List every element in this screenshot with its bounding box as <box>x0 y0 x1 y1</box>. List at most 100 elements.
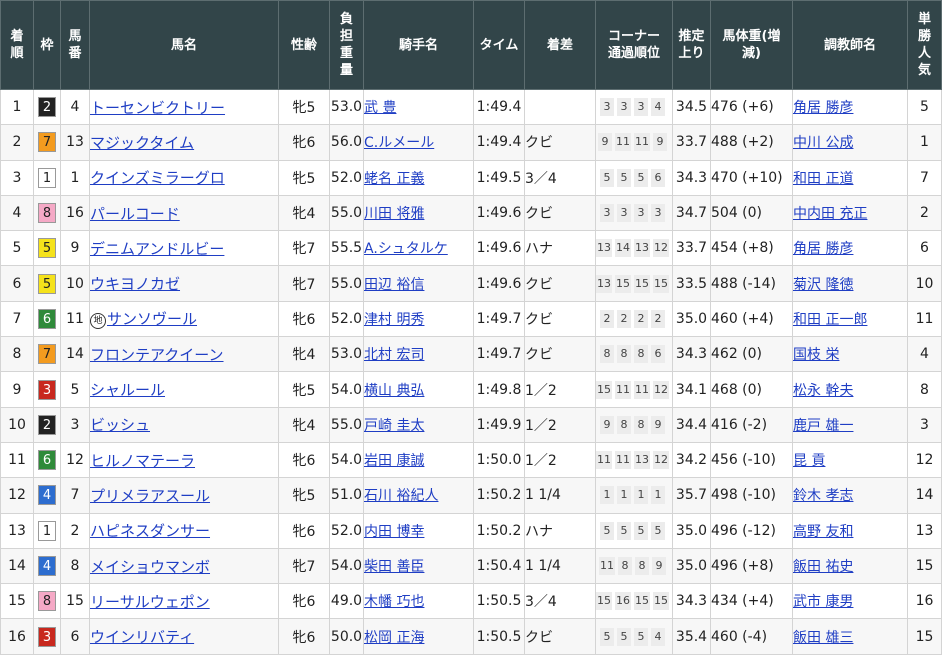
weight-cell: 55.0 <box>329 406 364 443</box>
table-row: 1 2 4 トーセンビクトリー 牝5 53.0 武 豊 1:49.4 3 3 3 4 34.5 476 (… <box>0 88 942 126</box>
jockey-link[interactable]: 岩田 康誠 <box>365 453 425 469</box>
jockey-cell: 岩田 康誠 <box>363 441 474 479</box>
last3f-cell: 34.7 <box>672 194 711 232</box>
jockey-link[interactable]: 戸崎 圭太 <box>365 418 425 434</box>
trainer-link[interactable]: 菊沢 隆徳 <box>794 277 854 293</box>
rank-cell: 11 <box>0 441 34 479</box>
sexage-cell: 牝6 <box>278 124 330 161</box>
corner-cell: 15 11 11 12 <box>595 371 673 408</box>
horse-name-link[interactable]: リーサルウェポン <box>91 593 210 611</box>
weight-cell: 55.0 <box>329 194 364 232</box>
waku-cell: 8 <box>33 583 61 620</box>
horse-name-link[interactable]: ウキヨノカゼ <box>91 275 181 293</box>
corner-cell: 3333 <box>595 194 673 232</box>
horse-name-link[interactable]: シャルール <box>91 381 166 399</box>
jockey-cell: 北村 宏司 <box>363 336 474 373</box>
umaban-cell: 7 <box>60 477 90 514</box>
trainer-link[interactable]: 和田 正一郎 <box>794 312 868 328</box>
trainer-link[interactable]: 飯田 雄三 <box>794 630 854 646</box>
waku-cell: 8 <box>33 194 61 232</box>
jockey-link[interactable]: 津村 明秀 <box>365 312 425 328</box>
weight-cell: 55.0 <box>329 265 364 302</box>
weight-cell: 52.0 <box>329 512 364 549</box>
horse-name-link[interactable]: クインズミラーグロ <box>91 169 225 187</box>
bodyweight-cell: 496 (-12) <box>710 512 793 549</box>
jockey-cell: 内田 博幸 <box>363 512 474 549</box>
jockey-link[interactable]: 内田 博幸 <box>365 524 425 540</box>
horse-name-link[interactable]: パールコード <box>91 205 180 223</box>
jockey-link[interactable]: 柴田 善臣 <box>365 559 425 575</box>
rank-cell: 15 <box>0 583 34 620</box>
umaban-cell: 6 <box>60 618 90 655</box>
horse-name-link[interactable]: サンソヴール <box>107 310 197 328</box>
jockey-link[interactable]: 蛯名 正義 <box>365 171 425 187</box>
horse-name-link[interactable]: ビッシュ <box>91 416 151 434</box>
jockey-link[interactable]: 石川 裕紀人 <box>365 488 439 504</box>
trainer-link[interactable]: 中川 公成 <box>794 135 854 151</box>
corner-position: 3 <box>600 204 614 223</box>
jockey-cell: 田辺 裕信 <box>363 265 474 302</box>
jockey-cell: 石川 裕紀人 <box>363 477 474 514</box>
last3f-cell: 34.4 <box>672 406 711 443</box>
jockey-link[interactable]: C.ルメール <box>365 135 435 151</box>
jockey-link[interactable]: 木幡 巧也 <box>365 594 425 610</box>
trainer-link[interactable]: 松永 幹夫 <box>794 383 854 399</box>
margin-cell: ハナ <box>524 230 596 267</box>
corner-position: 4 <box>651 627 665 646</box>
sexage-cell: 牝6 <box>278 512 330 549</box>
trainer-link[interactable]: 角居 勝彦 <box>794 100 854 116</box>
horse-name-link[interactable]: メイショウマンボ <box>91 558 211 576</box>
horse-name-link[interactable]: マジックタイム <box>91 134 195 152</box>
trainer-cell: 和田 正一郎 <box>792 300 908 338</box>
trainer-cell: 中川 公成 <box>792 124 908 161</box>
trainer-link[interactable]: 鹿戸 雄一 <box>794 418 854 434</box>
corner-position: 12 <box>653 239 669 258</box>
jockey-link[interactable]: 北村 宏司 <box>365 347 425 363</box>
corner-position: 11 <box>615 451 631 470</box>
horse-name-cell: パールコード <box>89 194 279 232</box>
last3f-cell: 34.2 <box>672 441 711 479</box>
jockey-link[interactable]: 横山 典弘 <box>365 383 425 399</box>
margin-cell: 1 1/4 <box>524 547 596 585</box>
umaban-cell: 3 <box>60 406 90 443</box>
waku-cell: 6 <box>33 300 61 338</box>
corner-position: 11 <box>596 451 612 470</box>
trainer-link[interactable]: 武市 康男 <box>794 594 854 610</box>
trainer-link[interactable]: 昆 貢 <box>794 453 826 469</box>
horse-name-link[interactable]: デニムアンドルビー <box>91 240 225 258</box>
corner-position: 11 <box>634 133 650 152</box>
horse-name-link[interactable]: ハピネスダンサー <box>91 522 211 540</box>
trainer-link[interactable]: 角居 勝彦 <box>794 241 854 257</box>
jockey-link[interactable]: 川田 将雅 <box>365 206 425 222</box>
trainer-cell: 飯田 祐史 <box>792 547 908 585</box>
horse-name-link[interactable]: トーセンビクトリー <box>91 99 226 117</box>
jockey-link[interactable]: 武 豊 <box>365 100 397 116</box>
horse-name-link[interactable]: フロンテアクイーン <box>91 346 224 364</box>
waku-badge: 7 <box>38 344 56 365</box>
corner-position: 13 <box>634 451 650 470</box>
jockey-cell: 蛯名 正義 <box>363 159 474 196</box>
horse-name-link[interactable]: プリメラアスール <box>91 487 211 505</box>
bodyweight-cell: 416 (-2) <box>710 406 793 443</box>
trainer-link[interactable]: 中内田 充正 <box>794 206 868 222</box>
jockey-link[interactable]: A.シュタルケ <box>365 241 448 257</box>
jockey-link[interactable]: 松岡 正海 <box>365 630 425 646</box>
weight-cell: 51.0 <box>329 477 364 514</box>
jockey-cell: 横山 典弘 <box>363 371 474 408</box>
trainer-link[interactable]: 高野 友和 <box>794 524 854 540</box>
waku-badge: 6 <box>38 450 56 471</box>
trainer-link[interactable]: 鈴木 孝志 <box>794 488 854 504</box>
waku-cell: 1 <box>33 512 61 549</box>
corner-position: 1 <box>651 486 665 505</box>
col-umaban: 馬番 <box>60 0 90 90</box>
trainer-link[interactable]: 飯田 祐史 <box>794 559 854 575</box>
umaban-cell: 9 <box>60 230 90 267</box>
corner-position: 11 <box>599 557 615 575</box>
trainer-link[interactable]: 国枝 栄 <box>794 347 840 363</box>
jockey-link[interactable]: 田辺 裕信 <box>365 277 425 293</box>
table-row: 16 3 6 ウインリバティ 牝6 50.0 松岡 正海 1:50.5 クビ 5 5 5 4 35.4 46… <box>0 618 942 655</box>
horse-name-cell: プリメラアスール <box>89 477 279 514</box>
horse-name-link[interactable]: ヒルノマテーラ <box>91 452 196 470</box>
trainer-link[interactable]: 和田 正道 <box>794 171 854 187</box>
horse-name-link[interactable]: ウインリバティ <box>91 628 195 646</box>
